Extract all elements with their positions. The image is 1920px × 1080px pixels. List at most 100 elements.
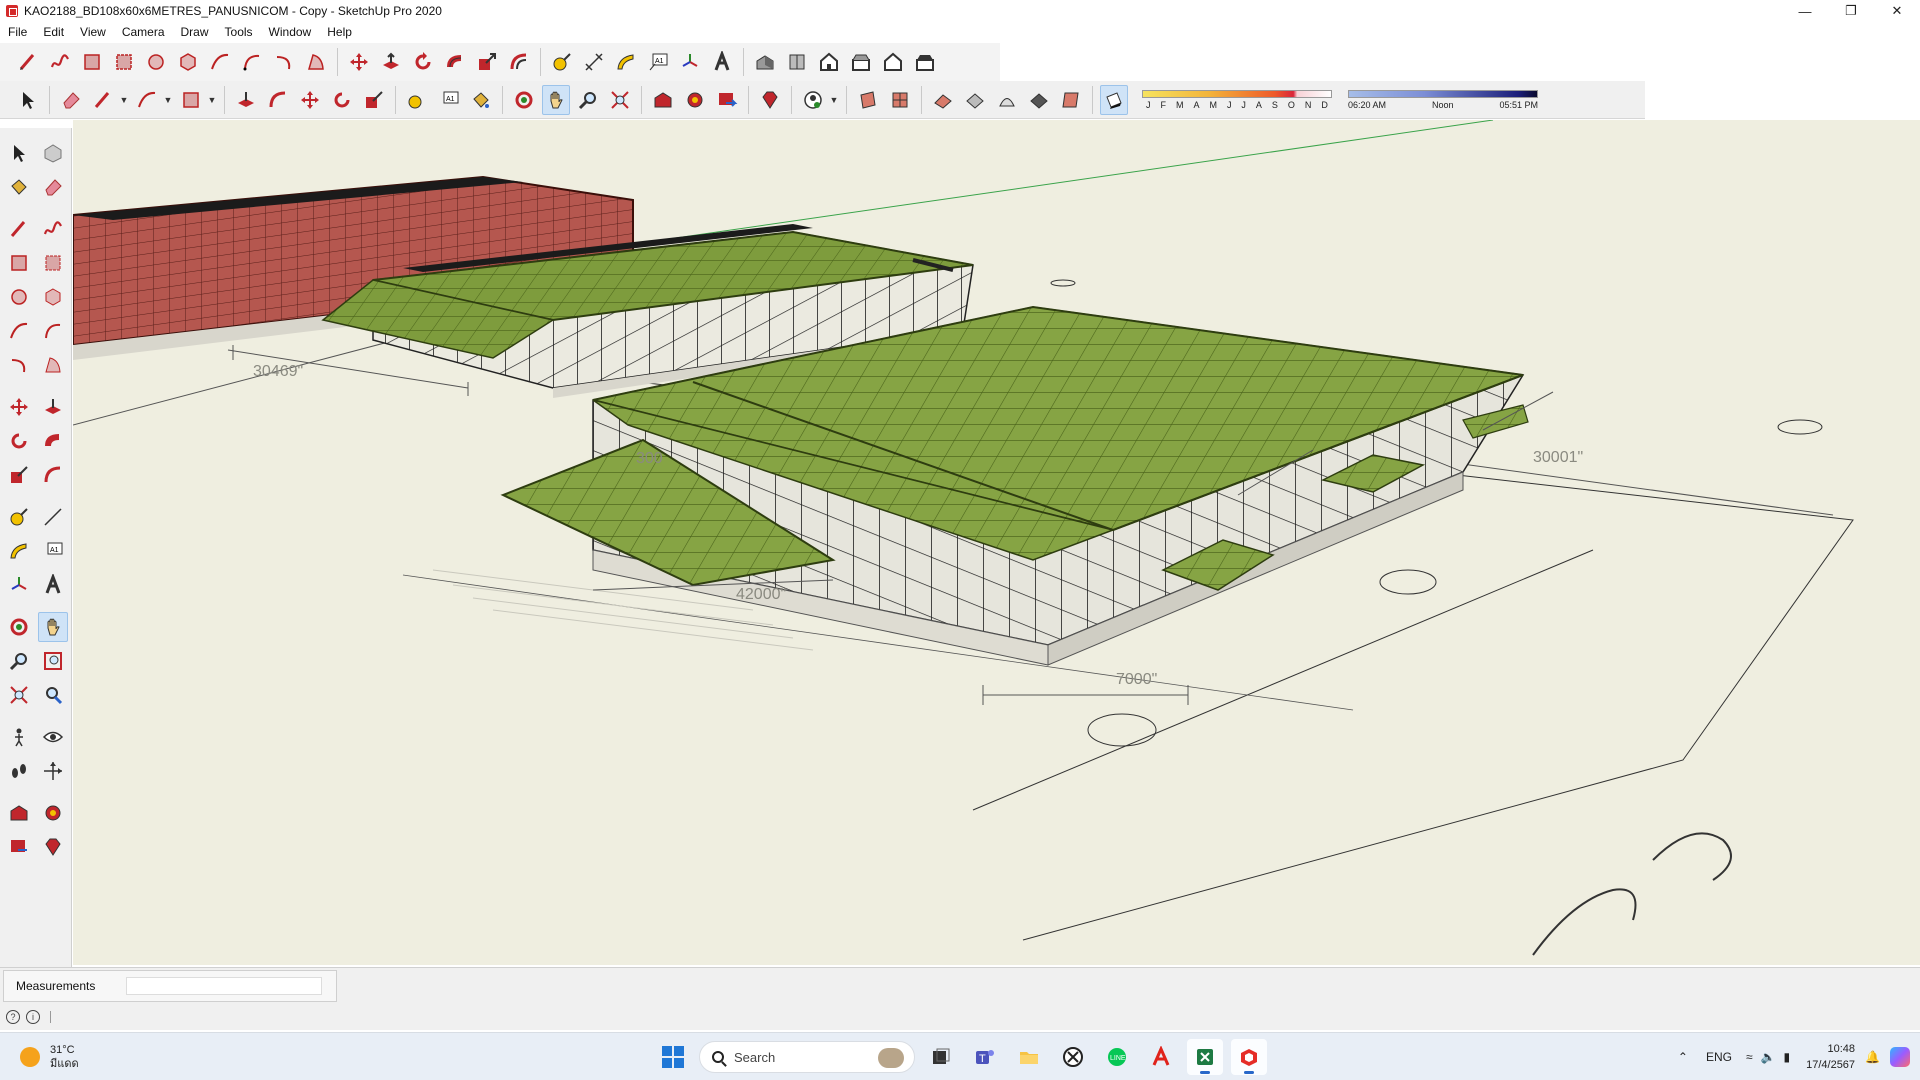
line-tool-button-2[interactable] <box>89 85 117 115</box>
eraser-tool[interactable] <box>38 172 68 202</box>
weather-widget[interactable]: 31°C มีแดด <box>20 1043 79 1071</box>
line-tool[interactable] <box>4 214 34 244</box>
walk-tool[interactable] <box>4 756 34 786</box>
make-component-tool[interactable] <box>38 138 68 168</box>
start-button[interactable] <box>655 1039 691 1075</box>
rotated-rectangle-tool[interactable] <box>38 248 68 278</box>
sandbox-from-scratch-button[interactable] <box>961 85 989 115</box>
rectangle-tool[interactable] <box>4 248 34 278</box>
shape-tool-button[interactable] <box>177 85 205 115</box>
taskbar-line[interactable]: LINE <box>1099 1039 1135 1075</box>
arc-tool-button[interactable] <box>206 47 234 77</box>
taskbar-task-view[interactable] <box>923 1039 959 1075</box>
freehand-tool[interactable] <box>38 214 68 244</box>
speaker-icon[interactable]: 🔈 <box>1761 1050 1776 1064</box>
3d-text-tool[interactable] <box>38 570 68 600</box>
shape-tools-dropdown[interactable]: ▼ <box>207 85 217 115</box>
info-icon[interactable]: i <box>26 1010 40 1024</box>
restore-button[interactable]: ❐ <box>1828 0 1874 22</box>
pan-tool[interactable] <box>37 612 68 642</box>
close-button[interactable]: ✕ <box>1874 0 1920 22</box>
right-view-button[interactable] <box>847 47 875 77</box>
offset-tool-button[interactable] <box>505 47 533 77</box>
previous-view-tool[interactable] <box>38 680 68 710</box>
three-point-arc-button[interactable] <box>270 47 298 77</box>
text-tool-button[interactable]: A1 <box>644 47 672 77</box>
left-view-button[interactable] <box>911 47 939 77</box>
top-view-button[interactable] <box>783 47 811 77</box>
taskbar-search[interactable]: Search <box>699 1041 915 1073</box>
push-pull-button-2[interactable] <box>232 85 260 115</box>
taskbar-excel[interactable] <box>1187 1039 1223 1075</box>
move-tool-button-2[interactable] <box>296 85 324 115</box>
zoom-extents-tool[interactable] <box>4 680 34 710</box>
pie-tool[interactable] <box>38 350 68 380</box>
text-tool[interactable]: A1 <box>38 536 68 566</box>
shadow-month-slider[interactable]: J F M A M J J A S O N D <box>1142 89 1332 110</box>
stamp-button[interactable] <box>1025 85 1053 115</box>
text-tool-button-2[interactable]: A1 <box>435 85 463 115</box>
menu-window[interactable]: Window <box>261 25 320 39</box>
notification-bell-icon[interactable]: 🔔 <box>1865 1050 1880 1064</box>
orbit-tool[interactable] <box>4 612 34 642</box>
paint-bucket-button[interactable] <box>467 85 495 115</box>
back-view-button[interactable] <box>879 47 907 77</box>
protractor-button[interactable] <box>612 47 640 77</box>
extension-warehouse-tool[interactable] <box>38 798 68 828</box>
minimize-button[interactable]: — <box>1782 0 1828 22</box>
account-button[interactable] <box>799 85 827 115</box>
taskbar-sketchup[interactable] <box>1231 1039 1267 1075</box>
language-indicator[interactable]: ENG <box>1706 1050 1732 1064</box>
iso-view-button[interactable] <box>751 47 779 77</box>
menu-help[interactable]: Help <box>319 25 360 39</box>
select-tool-button[interactable] <box>14 85 42 115</box>
scale-tool-button[interactable] <box>473 47 501 77</box>
look-around-tool[interactable] <box>38 722 68 752</box>
pie-tool-button[interactable] <box>302 47 330 77</box>
menu-view[interactable]: View <box>72 25 114 39</box>
sandbox-from-contours-button[interactable] <box>929 85 957 115</box>
chevron-up-icon[interactable]: ⌃ <box>1678 1050 1688 1064</box>
menu-edit[interactable]: Edit <box>35 25 72 39</box>
extension-manager-tool[interactable] <box>38 832 68 862</box>
extension-warehouse-button[interactable] <box>681 85 709 115</box>
arc-tools-dropdown[interactable]: ▼ <box>163 85 173 115</box>
geo-location-icon[interactable]: ? <box>6 1010 20 1024</box>
position-camera-tool[interactable] <box>4 722 34 752</box>
rotate-tool-button-2[interactable] <box>328 85 356 115</box>
model-canvas[interactable]: 30469" 30001" 42000" 7000" 300 <box>73 120 1920 965</box>
freehand-tool-button[interactable] <box>46 47 74 77</box>
tape-measure-button-2[interactable] <box>403 85 431 115</box>
pan-tool-button[interactable] <box>542 84 570 115</box>
orbit-tool-button[interactable] <box>510 85 538 115</box>
arc-tool-button-2[interactable] <box>133 85 161 115</box>
move-tool-button[interactable] <box>345 47 373 77</box>
axes-tool[interactable] <box>4 570 34 600</box>
circle-tool[interactable] <box>4 282 34 312</box>
send-to-layout-button[interactable] <box>713 85 741 115</box>
two-point-arc-button[interactable] <box>238 47 266 77</box>
follow-me-button[interactable] <box>441 47 469 77</box>
dimension-tool[interactable] <box>38 502 68 532</box>
3d-viewport[interactable]: 30469" 30001" 42000" 7000" 300 <box>73 120 1920 965</box>
front-view-button[interactable] <box>815 47 843 77</box>
rotate-tool-button[interactable] <box>409 47 437 77</box>
section-plane-button[interactable] <box>854 85 882 115</box>
select-tool[interactable] <box>4 138 34 168</box>
dimension-label-1[interactable]: 30469" <box>253 363 303 380</box>
menu-tools[interactable]: Tools <box>217 25 261 39</box>
clock[interactable]: 10:48 17/4/2567 <box>1806 1041 1855 1073</box>
three-point-arc-tool[interactable] <box>4 350 34 380</box>
shadow-time-slider[interactable]: 06:20 AM Noon 05:51 PM <box>1348 89 1538 110</box>
move-tool[interactable] <box>4 392 34 422</box>
zoom-extents-button[interactable] <box>606 85 634 115</box>
dimension-tool-button[interactable] <box>580 47 608 77</box>
zoom-window-tool[interactable] <box>38 646 68 676</box>
axes-tool-button[interactable] <box>676 47 704 77</box>
polygon-tool[interactable] <box>38 282 68 312</box>
line-tools-dropdown[interactable]: ▼ <box>119 85 129 115</box>
follow-me-tool[interactable] <box>38 426 68 456</box>
dimension-label-5[interactable]: 300 <box>636 450 663 467</box>
protractor-tool[interactable] <box>4 536 34 566</box>
dimension-label-3[interactable]: 42000" <box>736 586 786 603</box>
